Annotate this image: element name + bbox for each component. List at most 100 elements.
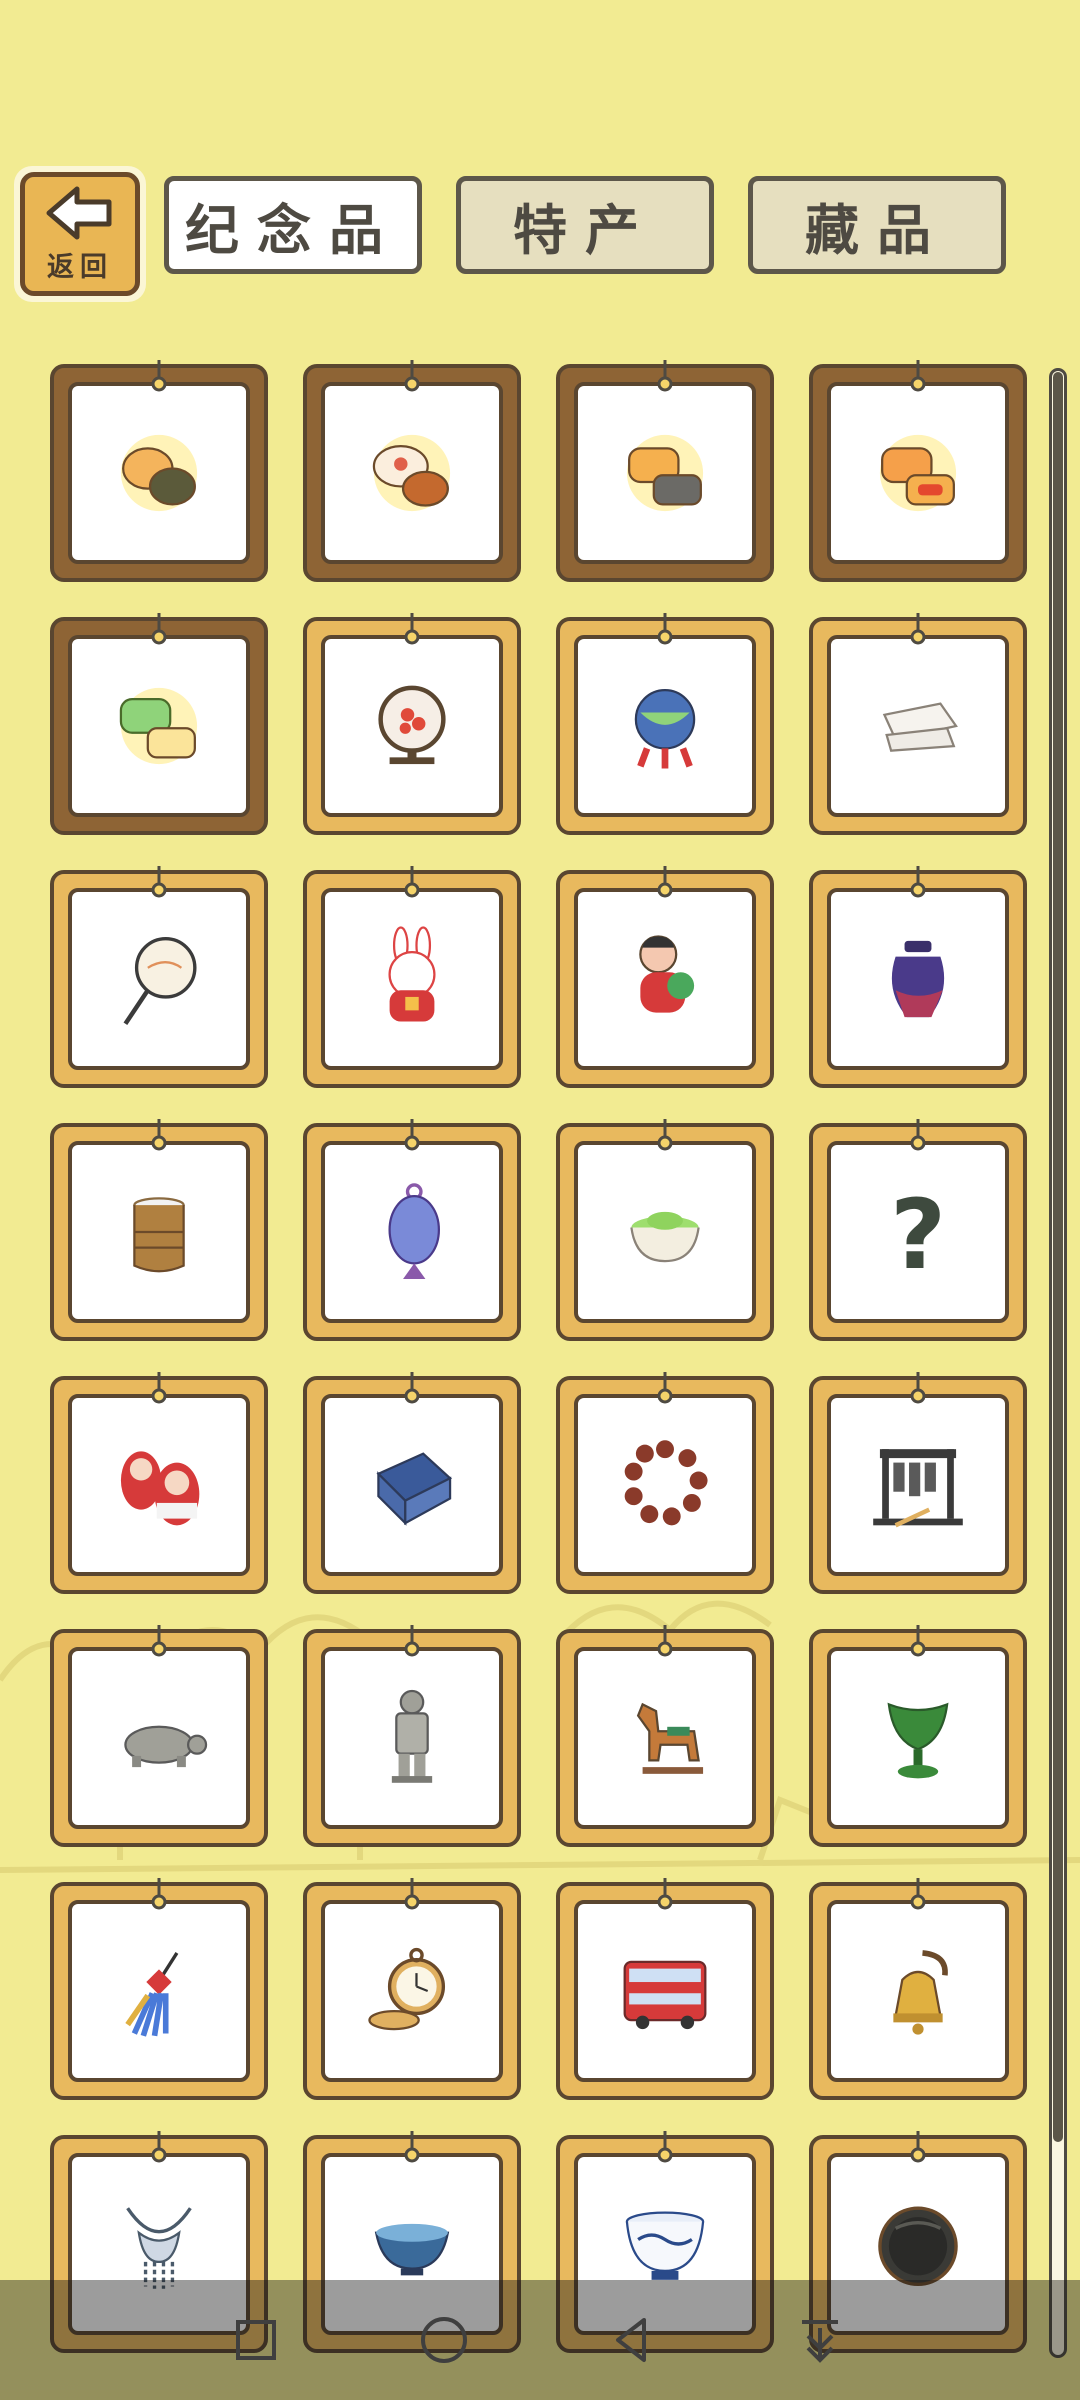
hook-icon xyxy=(910,866,926,898)
embroidery-screen-icon xyxy=(378,685,446,765)
item-card-face xyxy=(827,382,1009,564)
item-card-face xyxy=(574,1394,756,1576)
item-card-face xyxy=(827,1394,1009,1576)
item-card[interactable] xyxy=(303,1372,521,1594)
hook-icon xyxy=(657,360,673,392)
hook-icon xyxy=(404,1878,420,1910)
item-card[interactable] xyxy=(556,866,774,1088)
hook-icon xyxy=(910,1372,926,1404)
tab-collectibles[interactable]: 藏品 xyxy=(748,176,1006,274)
hook-icon xyxy=(404,1119,420,1151)
question-mark-icon: ? xyxy=(890,1179,946,1288)
clay-doll-icon xyxy=(639,935,695,1013)
tab-collectibles-label: 藏品 xyxy=(805,198,949,262)
item-card-face xyxy=(68,1900,250,2082)
hook-icon xyxy=(657,1372,673,1404)
bamboo-cup-icon xyxy=(133,1197,185,1273)
tassel-knot-icon xyxy=(125,1952,179,2037)
item-card[interactable] xyxy=(303,360,521,582)
item-card[interactable] xyxy=(303,1878,521,2100)
stone-turtle-icon xyxy=(124,1725,208,1768)
item-card[interactable] xyxy=(303,1119,521,1341)
item-card-face xyxy=(321,1647,503,1829)
hook-icon xyxy=(910,1119,926,1151)
item-card-face: ? xyxy=(827,1141,1009,1323)
item-card-face xyxy=(827,1900,1009,2082)
item-card-face xyxy=(68,382,250,564)
item-card[interactable] xyxy=(303,613,521,835)
item-card[interactable] xyxy=(50,1372,268,1594)
svg-text:?: ? xyxy=(890,1179,946,1288)
back-nav-icon[interactable] xyxy=(600,2308,664,2372)
item-card[interactable] xyxy=(809,613,1027,835)
matryoshka-doll-icon xyxy=(120,1451,200,1526)
item-card[interactable] xyxy=(50,1878,268,2100)
hook-icon xyxy=(657,1625,673,1657)
hook-icon xyxy=(151,613,167,645)
item-card[interactable] xyxy=(556,1119,774,1341)
back-button-face[interactable]: 返回 xyxy=(20,172,140,296)
recent-apps-icon[interactable] xyxy=(224,2308,288,2372)
hook-icon xyxy=(404,1372,420,1404)
item-card[interactable] xyxy=(303,1625,521,1847)
tab-souvenirs[interactable]: 纪念品 xyxy=(164,176,422,274)
item-card[interactable] xyxy=(556,1878,774,2100)
item-card[interactable] xyxy=(50,1119,268,1341)
item-card[interactable] xyxy=(50,613,268,835)
hook-icon xyxy=(910,1625,926,1657)
item-card-face xyxy=(321,382,503,564)
tab-specialties[interactable]: 特产 xyxy=(456,176,714,274)
item-card-face xyxy=(321,635,503,817)
item-card[interactable] xyxy=(556,613,774,835)
item-card[interactable] xyxy=(556,1372,774,1594)
item-card-face xyxy=(68,1141,250,1323)
item-card[interactable] xyxy=(809,360,1027,582)
item-card[interactable] xyxy=(303,866,521,1088)
item-card[interactable] xyxy=(809,1625,1027,1847)
home-icon[interactable] xyxy=(412,2308,476,2372)
cloisonne-vase-icon xyxy=(388,1183,440,1280)
item-card[interactable] xyxy=(50,866,268,1088)
item-card-face xyxy=(827,888,1009,1070)
hook-icon xyxy=(151,1119,167,1151)
double-decker-bus-icon xyxy=(623,1960,707,2030)
hook-icon xyxy=(910,2131,926,2163)
item-card[interactable] xyxy=(809,1372,1027,1594)
matcha-bowl-icon xyxy=(630,1211,700,1263)
item-card[interactable] xyxy=(50,360,268,582)
item-card-face xyxy=(321,1394,503,1576)
mooncake-green-icon xyxy=(119,687,198,765)
item-card-face xyxy=(827,1647,1009,1829)
mooncake-egg-yolk-icon xyxy=(879,434,957,512)
rabbit-figurine-icon xyxy=(388,926,436,1022)
tab-souvenirs-label: 纪念品 xyxy=(185,198,401,262)
left-arrow-icon xyxy=(46,186,112,239)
item-card-face xyxy=(68,1394,250,1576)
notification-pull-icon[interactable] xyxy=(788,2308,852,2372)
item-card[interactable] xyxy=(809,1878,1027,2100)
hook-icon xyxy=(404,866,420,898)
silk-cloth-icon xyxy=(882,702,958,752)
item-card[interactable] xyxy=(556,1625,774,1847)
system-nav-bar xyxy=(0,2280,1080,2400)
mooncake-white-icon xyxy=(120,434,198,512)
item-card-face xyxy=(321,1900,503,2082)
item-card[interactable]: ? xyxy=(809,1119,1027,1341)
item-card-face xyxy=(321,1141,503,1323)
hook-icon xyxy=(910,360,926,392)
item-card[interactable] xyxy=(50,1625,268,1847)
scrollbar-thumb[interactable] xyxy=(1053,372,1063,2142)
hook-icon xyxy=(151,360,167,392)
item-grid: ? xyxy=(50,360,1030,2353)
purple-jar-icon xyxy=(891,940,945,1018)
item-card[interactable] xyxy=(809,866,1027,1088)
item-card[interactable] xyxy=(556,360,774,582)
hook-icon xyxy=(404,360,420,392)
terracotta-warrior-icon xyxy=(391,1689,433,1783)
back-button[interactable]: 返回 xyxy=(14,166,146,302)
pocket-watch-icon xyxy=(368,1947,446,2031)
item-card-face xyxy=(321,888,503,1070)
hook-icon xyxy=(151,1878,167,1910)
hook-icon xyxy=(404,613,420,645)
hook-icon xyxy=(657,866,673,898)
